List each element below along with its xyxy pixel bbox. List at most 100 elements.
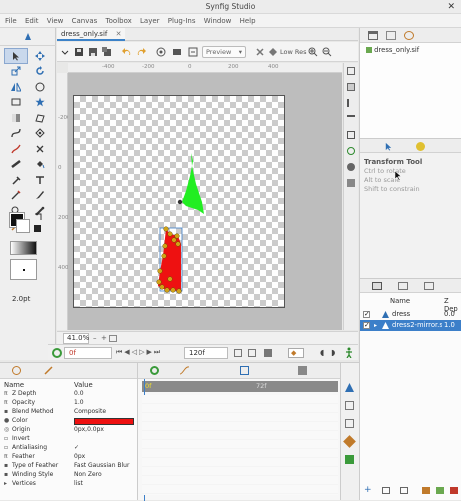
snap-guides-icon[interactable] — [347, 115, 355, 123]
navigator-tab-icon[interactable] — [404, 31, 414, 40]
param-row[interactable]: ● Color — [0, 417, 137, 426]
param-value[interactable]: 0.0 — [74, 390, 84, 399]
onion-skin-icon[interactable] — [347, 131, 355, 139]
expand-arrow-icon[interactable]: ▸ — [374, 320, 377, 331]
onion-past-icon[interactable]: ◖ — [320, 348, 324, 357]
document-tab[interactable]: dress_only.sif ✕ — [57, 28, 126, 41]
delete-layer-icon[interactable] — [450, 487, 458, 494]
param-row[interactable]: π Opacity 1.0 — [0, 399, 137, 408]
cutout-tool-icon[interactable] — [28, 141, 52, 157]
param-row[interactable]: ◎ Origin 0px,0.0px — [0, 426, 137, 435]
save-as-icon[interactable] — [87, 46, 99, 58]
document-tab-close[interactable]: ✕ — [116, 30, 122, 38]
scale-tool-icon[interactable] — [4, 64, 28, 80]
toggle-guides-icon[interactable] — [347, 99, 355, 107]
params-header-value[interactable]: Value — [74, 381, 93, 389]
param-row[interactable]: π Z Depth 0.0 — [0, 390, 137, 399]
swap-colors-icon[interactable] — [34, 213, 42, 221]
param-value[interactable]: Fast Gaussian Blur — [74, 462, 129, 471]
canvas-browser-tab-icon[interactable] — [368, 31, 378, 40]
spline-tool-icon[interactable] — [4, 126, 28, 142]
add-keyframe-icon[interactable] — [345, 383, 354, 392]
fill-color-swatch[interactable] — [16, 219, 30, 233]
zoom-field[interactable]: 41.0% — [63, 333, 89, 344]
render-quality-label[interactable]: Low Res — [280, 48, 306, 56]
keyframe-properties-icon[interactable] — [343, 435, 356, 448]
show-bones-icon[interactable] — [347, 163, 355, 171]
timetrack-ruler[interactable]: 0f 72f — [142, 381, 338, 392]
canvas-metadata-tab-icon[interactable] — [240, 366, 249, 375]
mesh-tool-icon[interactable] — [28, 126, 52, 142]
menu-window[interactable]: Window — [201, 14, 235, 28]
param-value[interactable]: 1.0 — [74, 399, 84, 408]
param-value[interactable]: Composite — [74, 408, 106, 417]
menu-layer[interactable]: Layer — [137, 14, 163, 28]
text-tool-icon[interactable] — [28, 172, 52, 188]
duplicate-layer-icon[interactable] — [436, 487, 444, 494]
keyframes-tab-icon[interactable] — [44, 366, 53, 375]
increase-resolution-icon[interactable] — [307, 46, 319, 58]
layers-tab-icon[interactable] — [372, 282, 382, 290]
fill-tool-icon[interactable] — [28, 157, 52, 173]
render-settings-icon[interactable] — [187, 46, 199, 58]
preview-dropdown[interactable]: Preview ▾ — [202, 46, 246, 58]
polygon-tool-icon[interactable] — [28, 110, 52, 126]
param-value[interactable]: ✓ — [74, 444, 79, 453]
layer-visibility-checkbox[interactable] — [363, 320, 370, 331]
layer-row-selected[interactable]: ▸ dress2-mirror.sif 1.0 — [360, 320, 461, 331]
tool-options-tab-icon[interactable] — [384, 142, 393, 151]
history-tab-icon[interactable] — [424, 282, 434, 290]
circle-tool-icon[interactable] — [28, 79, 52, 95]
param-row[interactable]: ▸ Vertices list — [0, 480, 137, 489]
param-value[interactable]: Non Zero — [74, 471, 102, 480]
timetrack-rows[interactable] — [142, 395, 338, 495]
eyedrop-tool-icon[interactable] — [4, 172, 28, 188]
param-row[interactable]: ▪ Blend Method Composite — [0, 408, 137, 417]
brush-size-preview[interactable] — [10, 259, 37, 280]
gradient-tool-icon[interactable] — [4, 110, 28, 126]
smooth-move-tool-icon[interactable] — [28, 48, 52, 64]
param-row[interactable]: ▪ Winding Style Non Zero — [0, 471, 137, 480]
draw-tool-icon[interactable] — [4, 141, 28, 157]
rotate-tool-icon[interactable] — [28, 64, 52, 80]
param-row[interactable]: ▫ Antialiasing ✓ — [0, 444, 137, 453]
origin-handle[interactable] — [177, 199, 183, 205]
timetrack-tab-icon[interactable] — [150, 366, 159, 375]
zoom-out-icon[interactable]: – — [93, 334, 97, 342]
sets-tab-icon[interactable] — [398, 282, 408, 290]
params-header-name[interactable]: Name — [4, 381, 24, 389]
canvas-menu-icon[interactable] — [59, 46, 71, 58]
undo-icon[interactable] — [121, 46, 133, 58]
end-frame-field[interactable]: 120f — [184, 347, 228, 359]
menu-canvas[interactable]: Canvas — [69, 14, 101, 28]
menu-toolbox[interactable]: Toolbox — [103, 14, 135, 28]
menu-edit[interactable]: Edit — [22, 14, 42, 28]
param-row[interactable]: ▫ Invert — [0, 435, 137, 444]
param-row[interactable]: π Feather 0px — [0, 453, 137, 462]
library-tab-icon[interactable] — [386, 31, 396, 40]
layer-row[interactable]: dress 0.0 — [360, 309, 461, 320]
reset-colors-icon[interactable] — [34, 225, 41, 232]
lower-layer-icon[interactable] — [400, 487, 408, 494]
raise-layer-icon[interactable] — [382, 487, 390, 494]
rectangle-tool-icon[interactable] — [4, 95, 28, 111]
zoom-fit-icon[interactable] — [109, 335, 117, 342]
decrease-resolution-icon[interactable] — [321, 46, 333, 58]
menu-help[interactable]: Help — [237, 14, 259, 28]
new-layer-icon[interactable]: + — [364, 485, 372, 495]
canvas-drawing-area[interactable] — [73, 95, 285, 308]
bounds-icon[interactable] — [248, 349, 256, 357]
toggle-grid-icon[interactable] — [347, 67, 355, 75]
param-value[interactable]: list — [74, 480, 83, 489]
cancel-render-icon[interactable] — [254, 46, 266, 58]
background-rendering-icon[interactable] — [347, 179, 355, 187]
figure-icon[interactable] — [344, 347, 354, 359]
transform-tool-icon[interactable] — [4, 48, 28, 64]
toggle-grid-view-icon[interactable] — [264, 349, 272, 357]
show-handles-icon[interactable] — [347, 147, 355, 155]
gradient-swatch[interactable] — [10, 241, 37, 255]
snap-grid-icon[interactable] — [347, 83, 355, 91]
dress-layer-shape[interactable] — [182, 153, 204, 214]
render-icon[interactable] — [171, 46, 183, 58]
width-tool-icon[interactable] — [4, 157, 28, 173]
